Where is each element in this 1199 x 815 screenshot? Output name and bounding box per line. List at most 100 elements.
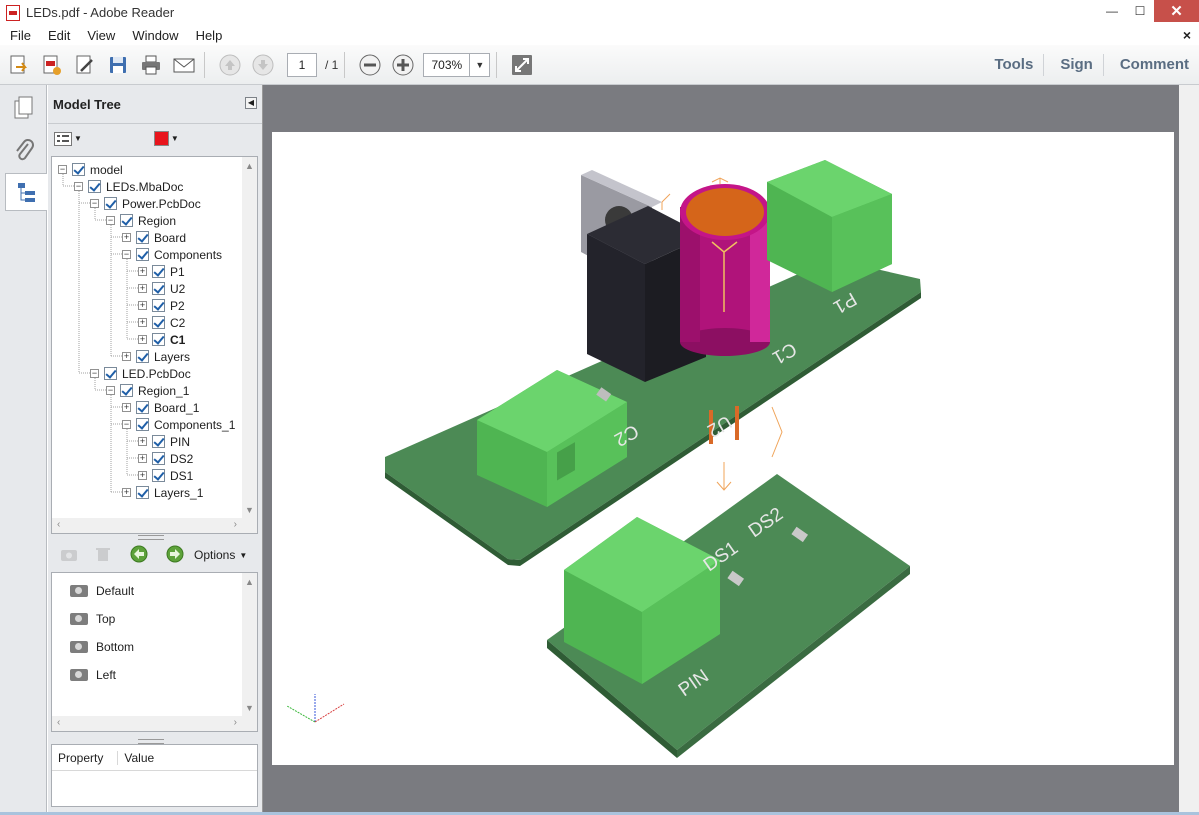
view-item-top[interactable]: Top — [70, 609, 115, 629]
visibility-checkbox[interactable] — [136, 486, 149, 499]
print-button[interactable] — [137, 51, 165, 79]
expand-toggle-icon[interactable]: + — [138, 335, 147, 344]
visibility-checkbox[interactable] — [152, 435, 165, 448]
visibility-checkbox[interactable] — [120, 214, 133, 227]
tree-node-region-1[interactable]: − Region_1 — [106, 382, 189, 399]
visibility-checkbox[interactable] — [88, 180, 101, 193]
tree-node-board-1[interactable]: + Board_1 — [122, 399, 199, 416]
collapse-toggle-icon[interactable]: − — [90, 369, 99, 378]
maximize-button[interactable]: ☐ — [1126, 0, 1154, 22]
tree-node-power-pcbdoc[interactable]: − Power.PcbDoc — [90, 195, 201, 212]
capacitor-c1[interactable] — [680, 184, 770, 356]
view-item-left[interactable]: Left — [70, 665, 116, 685]
scroll-down-icon[interactable]: ▼ — [245, 703, 254, 713]
next-view-button[interactable] — [166, 545, 184, 566]
visibility-checkbox[interactable] — [136, 350, 149, 363]
edit-button[interactable] — [71, 51, 99, 79]
visibility-checkbox[interactable] — [136, 418, 149, 431]
scroll-right-icon[interactable]: › — [234, 717, 237, 728]
scroll-up-icon[interactable]: ▲ — [245, 577, 254, 587]
sign-link[interactable]: Sign — [1043, 54, 1103, 76]
save-button[interactable] — [104, 51, 132, 79]
expand-toggle-icon[interactable]: + — [138, 284, 147, 293]
collapse-toggle-icon[interactable]: − — [122, 420, 131, 429]
zoom-out-button[interactable] — [356, 51, 384, 79]
visibility-checkbox[interactable] — [72, 163, 85, 176]
previous-page-button[interactable] — [216, 51, 244, 79]
page-number-input[interactable]: 1 — [287, 52, 317, 77]
tree-node-region[interactable]: − Region — [106, 212, 176, 229]
menu-file[interactable]: File — [0, 28, 38, 43]
visibility-checkbox[interactable] — [136, 401, 149, 414]
tree-node-model[interactable]: − model — [58, 161, 123, 178]
visibility-checkbox[interactable] — [152, 316, 165, 329]
model-tree-button[interactable] — [5, 173, 47, 211]
tree-node-ds1[interactable]: + DS1 — [138, 467, 193, 484]
scroll-up-icon[interactable]: ▲ — [245, 161, 254, 171]
visibility-checkbox[interactable] — [152, 265, 165, 278]
tree-node-layers-1[interactable]: + Layers_1 — [122, 484, 203, 501]
delete-view-button[interactable] — [96, 546, 110, 565]
minimize-button[interactable]: — — [1098, 0, 1126, 22]
expand-toggle-icon[interactable]: + — [138, 301, 147, 310]
tree-horizontal-scrollbar[interactable]: ‹ › — [52, 518, 257, 533]
tree-node-led-pcbdoc[interactable]: − LED.PcbDoc — [90, 365, 191, 382]
menu-window[interactable]: Window — [122, 28, 185, 43]
tools-link[interactable]: Tools — [978, 54, 1043, 76]
visibility-checkbox[interactable] — [152, 333, 165, 346]
collapse-toggle-icon[interactable]: − — [106, 216, 115, 225]
previous-view-button[interactable] — [130, 545, 148, 566]
visibility-checkbox[interactable] — [104, 197, 117, 210]
collapse-toggle-icon[interactable]: − — [122, 250, 131, 259]
views-horizontal-scrollbar[interactable]: ‹ › — [52, 716, 257, 731]
views-vertical-scrollbar[interactable]: ▲ ▼ — [242, 573, 257, 731]
collapse-toggle-icon[interactable]: − — [58, 165, 67, 174]
scroll-left-icon[interactable]: ‹ — [57, 519, 60, 530]
scroll-left-icon[interactable]: ‹ — [57, 717, 60, 728]
menu-view[interactable]: View — [77, 28, 122, 43]
tree-node-components-1[interactable]: − Components_1 — [122, 416, 235, 433]
collapse-toggle-icon[interactable]: − — [90, 199, 99, 208]
visibility-checkbox[interactable] — [136, 248, 149, 261]
tree-node-u2[interactable]: + U2 — [138, 280, 185, 297]
comment-link[interactable]: Comment — [1102, 54, 1199, 76]
panel-splitter[interactable] — [138, 535, 164, 540]
collapse-toggle-icon[interactable]: − — [106, 386, 115, 395]
close-document-button[interactable]: × — [1183, 27, 1191, 43]
visibility-checkbox[interactable] — [152, 469, 165, 482]
expand-toggle-icon[interactable]: + — [122, 352, 131, 361]
page-thumbnails-button[interactable] — [5, 89, 43, 127]
view-item-bottom[interactable]: Bottom — [70, 637, 134, 657]
tree-node-c1[interactable]: + C1 — [138, 331, 185, 348]
visibility-checkbox[interactable] — [152, 452, 165, 465]
tree-node-board[interactable]: + Board — [122, 229, 186, 246]
visibility-checkbox[interactable] — [120, 384, 133, 397]
visibility-checkbox[interactable] — [152, 299, 165, 312]
attachments-button[interactable] — [5, 131, 43, 169]
connector-p1[interactable] — [767, 160, 892, 292]
menu-edit[interactable]: Edit — [38, 28, 77, 43]
scroll-right-icon[interactable]: › — [234, 519, 237, 530]
expand-toggle-icon[interactable]: + — [138, 267, 147, 276]
expand-toggle-icon[interactable]: + — [138, 437, 147, 446]
open-button[interactable] — [5, 51, 33, 79]
visibility-checkbox[interactable] — [152, 282, 165, 295]
close-button[interactable]: ✕ — [1154, 0, 1199, 22]
menu-help[interactable]: Help — [186, 28, 230, 43]
view-item-default[interactable]: Default — [70, 581, 134, 601]
scroll-down-icon[interactable]: ▼ — [245, 505, 254, 515]
document-vertical-scrollbar[interactable] — [1179, 85, 1199, 812]
expand-toggle-icon[interactable]: + — [122, 403, 131, 412]
email-button[interactable] — [170, 51, 198, 79]
create-pdf-button[interactable] — [38, 51, 66, 79]
expand-toggle-icon[interactable]: + — [138, 318, 147, 327]
tree-node-layers[interactable]: + Layers — [122, 348, 190, 365]
background-color-picker[interactable]: ▼ — [153, 131, 179, 146]
visibility-checkbox[interactable] — [136, 231, 149, 244]
chevron-down-icon[interactable]: ▼ — [469, 53, 489, 76]
full-screen-button[interactable] — [508, 51, 536, 79]
tree-node-p2[interactable]: + P2 — [138, 297, 185, 314]
tree-node-components[interactable]: − Components — [122, 246, 222, 263]
expand-toggle-icon[interactable]: + — [122, 233, 131, 242]
visibility-checkbox[interactable] — [104, 367, 117, 380]
